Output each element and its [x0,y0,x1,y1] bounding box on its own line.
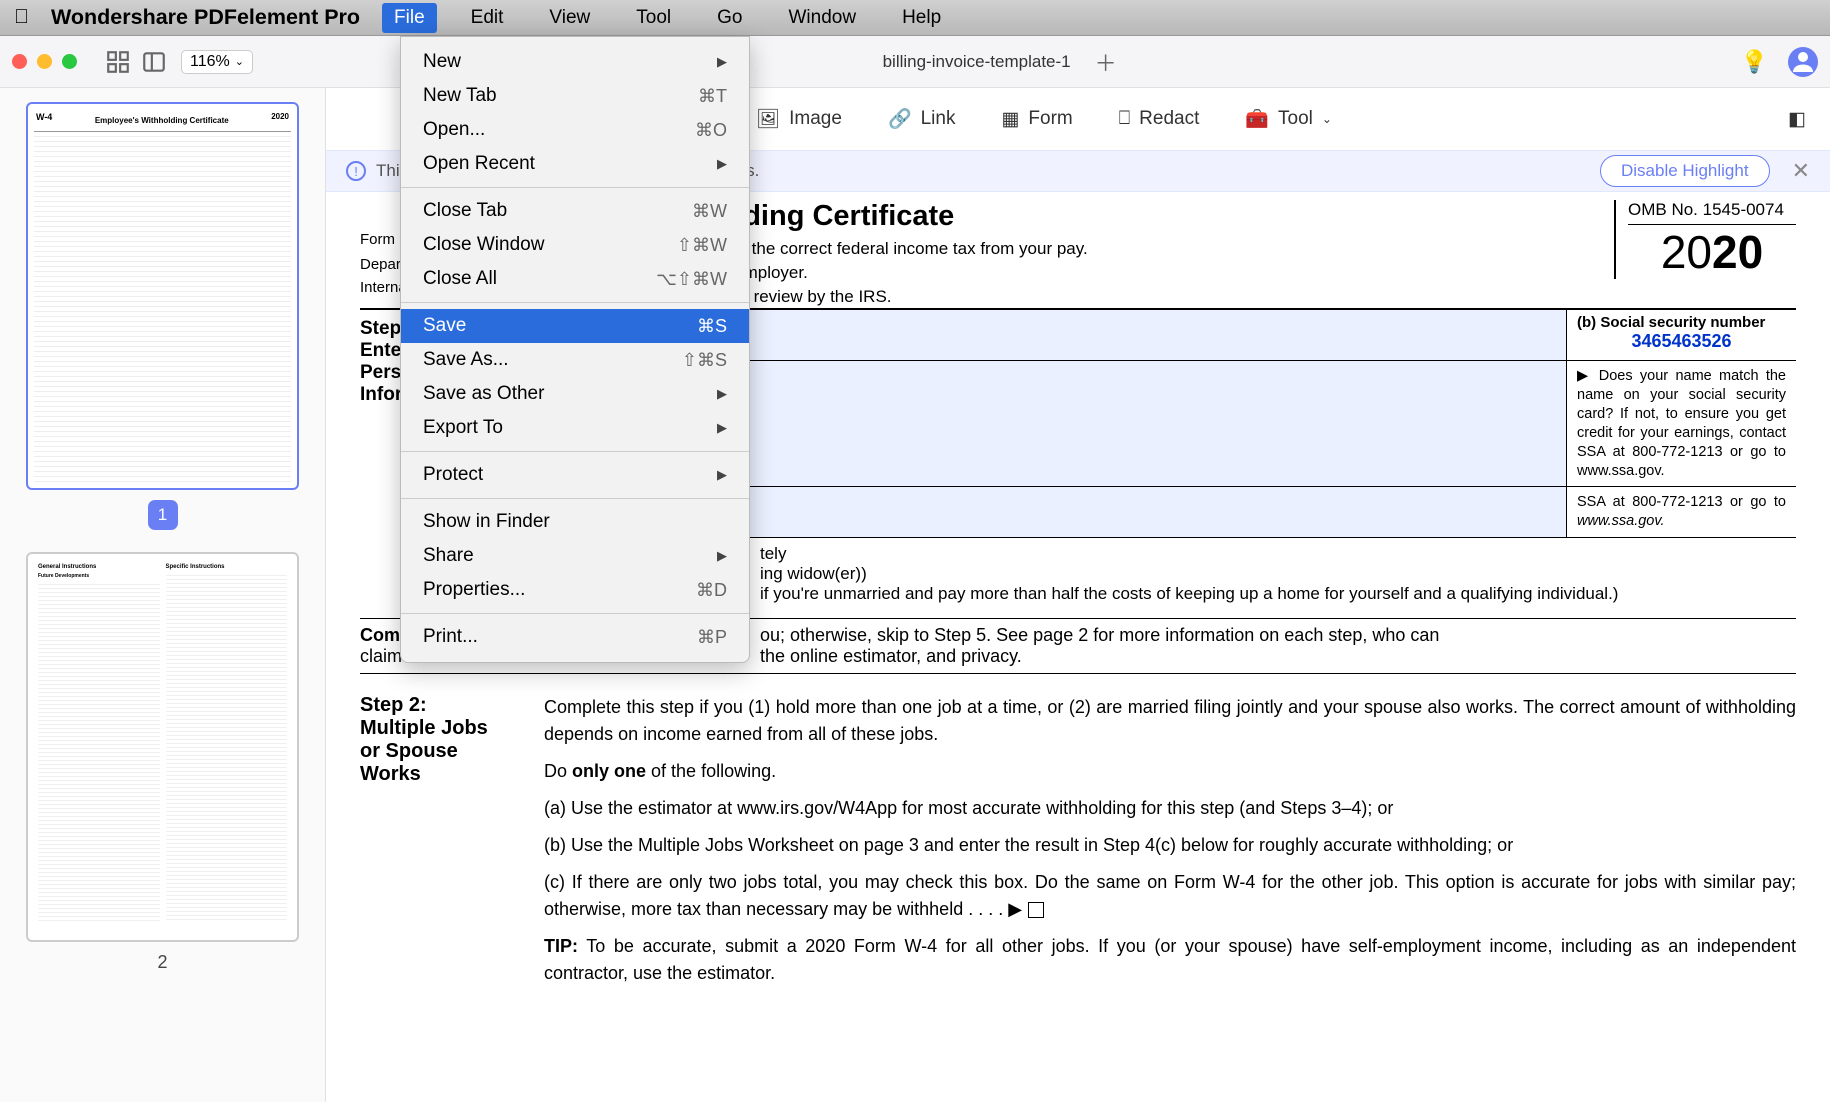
info-icon: ! [346,161,366,181]
menu-item-protect[interactable]: Protect▶ [401,458,749,492]
tool-link[interactable]: 🔗Link [888,107,956,131]
menu-item-new-tab[interactable]: New Tab⌘T [401,79,749,113]
submenu-arrow-icon: ▶ [717,386,727,402]
form-year: 2020 [1628,225,1796,279]
main-area: W-4 Employee's Withholding Certificate 2… [0,88,1830,1102]
page-thumbnail-1[interactable]: W-4 Employee's Withholding Certificate 2… [26,102,299,490]
menu-item-print-[interactable]: Print...⌘P [401,620,749,654]
tool-form[interactable]: ▦Form [1001,108,1072,131]
submenu-arrow-icon: ▶ [717,156,727,172]
user-avatar[interactable] [1788,47,1818,77]
ssn-note: ▶ Does your name match the name on your … [1566,361,1796,486]
maximize-window-button[interactable] [62,54,77,69]
menu-item-save-as-other[interactable]: Save as Other▶ [401,377,749,411]
chevron-down-icon: ⌄ [235,55,244,68]
close-window-button[interactable] [12,54,27,69]
filing-status-1: tely [760,544,1796,564]
banner-close-icon[interactable]: ✕ [1792,158,1810,184]
menu-item-open-[interactable]: Open...⌘O [401,113,749,147]
minimize-window-button[interactable] [37,54,52,69]
thumbnail-sidebar: W-4 Employee's Withholding Certificate 2… [0,88,326,1102]
ssn-label: (b) Social security number [1577,314,1786,331]
menu-item-show-in-finder[interactable]: Show in Finder [401,505,749,539]
step2-option-c: (c) If there are only two jobs total, yo… [544,869,1796,923]
sidebar-toggle-icon[interactable] [141,49,167,75]
submenu-arrow-icon: ▶ [717,420,727,436]
menu-item-open-recent[interactable]: Open Recent▶ [401,147,749,181]
form-icon: ▦ [1001,108,1019,131]
chevron-down-icon: ⌄ [1322,112,1332,126]
panel-icon: ◧ [1788,108,1806,131]
menu-separator [401,302,749,303]
ssn-field[interactable]: 3465463526 [1577,331,1786,352]
submenu-arrow-icon: ▶ [717,548,727,564]
menu-item-close-tab[interactable]: Close Tab⌘W [401,194,749,228]
tips-bulb-icon[interactable]: 💡 [1741,49,1768,75]
tool-redact[interactable]: ⎕Redact [1119,108,1200,130]
add-tab-button[interactable]: ＋ [1095,46,1117,78]
tool-image[interactable]: 🖼Image [756,107,842,131]
zoom-value: 116% [190,53,230,71]
redact-icon: ⎕ [1119,108,1130,130]
zoom-select[interactable]: 116% ⌄ [181,50,253,74]
step2c-checkbox[interactable] [1028,902,1044,918]
step2-option-b: (b) Use the Multiple Jobs Worksheet on p… [544,832,1796,859]
menu-tool[interactable]: Tool [624,3,683,33]
submenu-arrow-icon: ▶ [717,54,727,70]
banner-text-left: Thi [376,161,400,181]
filing-status-2: ing widow(er)) [760,564,1796,584]
link-icon: 🔗 [888,107,912,131]
omb-number: OMB No. 1545-0074 [1628,200,1796,225]
image-icon: 🖼 [756,107,780,131]
macos-menubar:  Wondershare PDFelement Pro File Edit V… [0,0,1830,36]
page-badge-1: 1 [148,500,178,530]
tool-more[interactable]: 🧰Tool⌄ [1245,107,1332,131]
grid-view-icon[interactable] [105,49,131,75]
menu-view[interactable]: View [537,3,602,33]
page-number-2: 2 [26,952,299,973]
claim-text: the online estimator, and privacy. [760,646,1022,666]
step2-label: Step 2: Multiple Jobs or Spouse Works [360,694,520,987]
step2-tip: TIP: TIP: To be accurate, submit a 2020 … [544,933,1796,987]
menu-item-save[interactable]: Save⌘S [401,309,749,343]
page-thumbnail-2[interactable]: General Instructions Future Developments… [26,552,299,942]
app-name: Wondershare PDFelement Pro [51,5,360,30]
menu-item-new[interactable]: New▶ [401,45,749,79]
submenu-arrow-icon: ▶ [717,467,727,483]
traffic-lights [12,54,77,69]
menu-item-close-all[interactable]: Close All⌥⇧⌘W [401,262,749,296]
tab-area: billing-invoice-template-1 ＋ [865,46,1117,78]
document-tab[interactable]: billing-invoice-template-1 [865,52,1071,72]
menu-item-close-window[interactable]: Close Window⇧⌘W [401,228,749,262]
step2-do-one: Do only one of the following. [544,758,1796,785]
menu-item-share[interactable]: Share▶ [401,539,749,573]
window-titlebar: 116% ⌄ billing-invoice-template-1 ＋ 💡 [0,36,1830,88]
complete-text: ou; otherwise, skip to Step 5. See page … [760,625,1439,645]
panel-toggle[interactable]: ◧ [1788,108,1806,131]
menu-file[interactable]: File [382,3,437,33]
menu-item-save-as-[interactable]: Save As...⇧⌘S [401,343,749,377]
menu-window[interactable]: Window [776,3,868,33]
menu-separator [401,187,749,188]
apple-logo-icon[interactable]:  [14,6,29,29]
menu-edit[interactable]: Edit [459,3,516,33]
menu-separator [401,451,749,452]
step2-option-a: (a) Use the estimator at www.irs.gov/W4A… [544,795,1796,822]
menu-separator [401,498,749,499]
toolbox-icon: 🧰 [1245,107,1269,131]
file-menu-dropdown: New▶New Tab⌘TOpen...⌘OOpen Recent▶ Close … [400,36,750,663]
filing-status-3: if you're unmarried and pay more than ha… [760,584,1796,604]
menu-separator [401,613,749,614]
disable-highlight-button[interactable]: Disable Highlight [1600,155,1770,187]
menu-item-export-to[interactable]: Export To▶ [401,411,749,445]
form-label: Form [360,231,395,248]
step2-intro: Complete this step if you (1) hold more … [544,694,1796,748]
menu-go[interactable]: Go [705,3,754,33]
menu-item-properties-[interactable]: Properties...⌘D [401,573,749,607]
menu-help[interactable]: Help [890,3,953,33]
